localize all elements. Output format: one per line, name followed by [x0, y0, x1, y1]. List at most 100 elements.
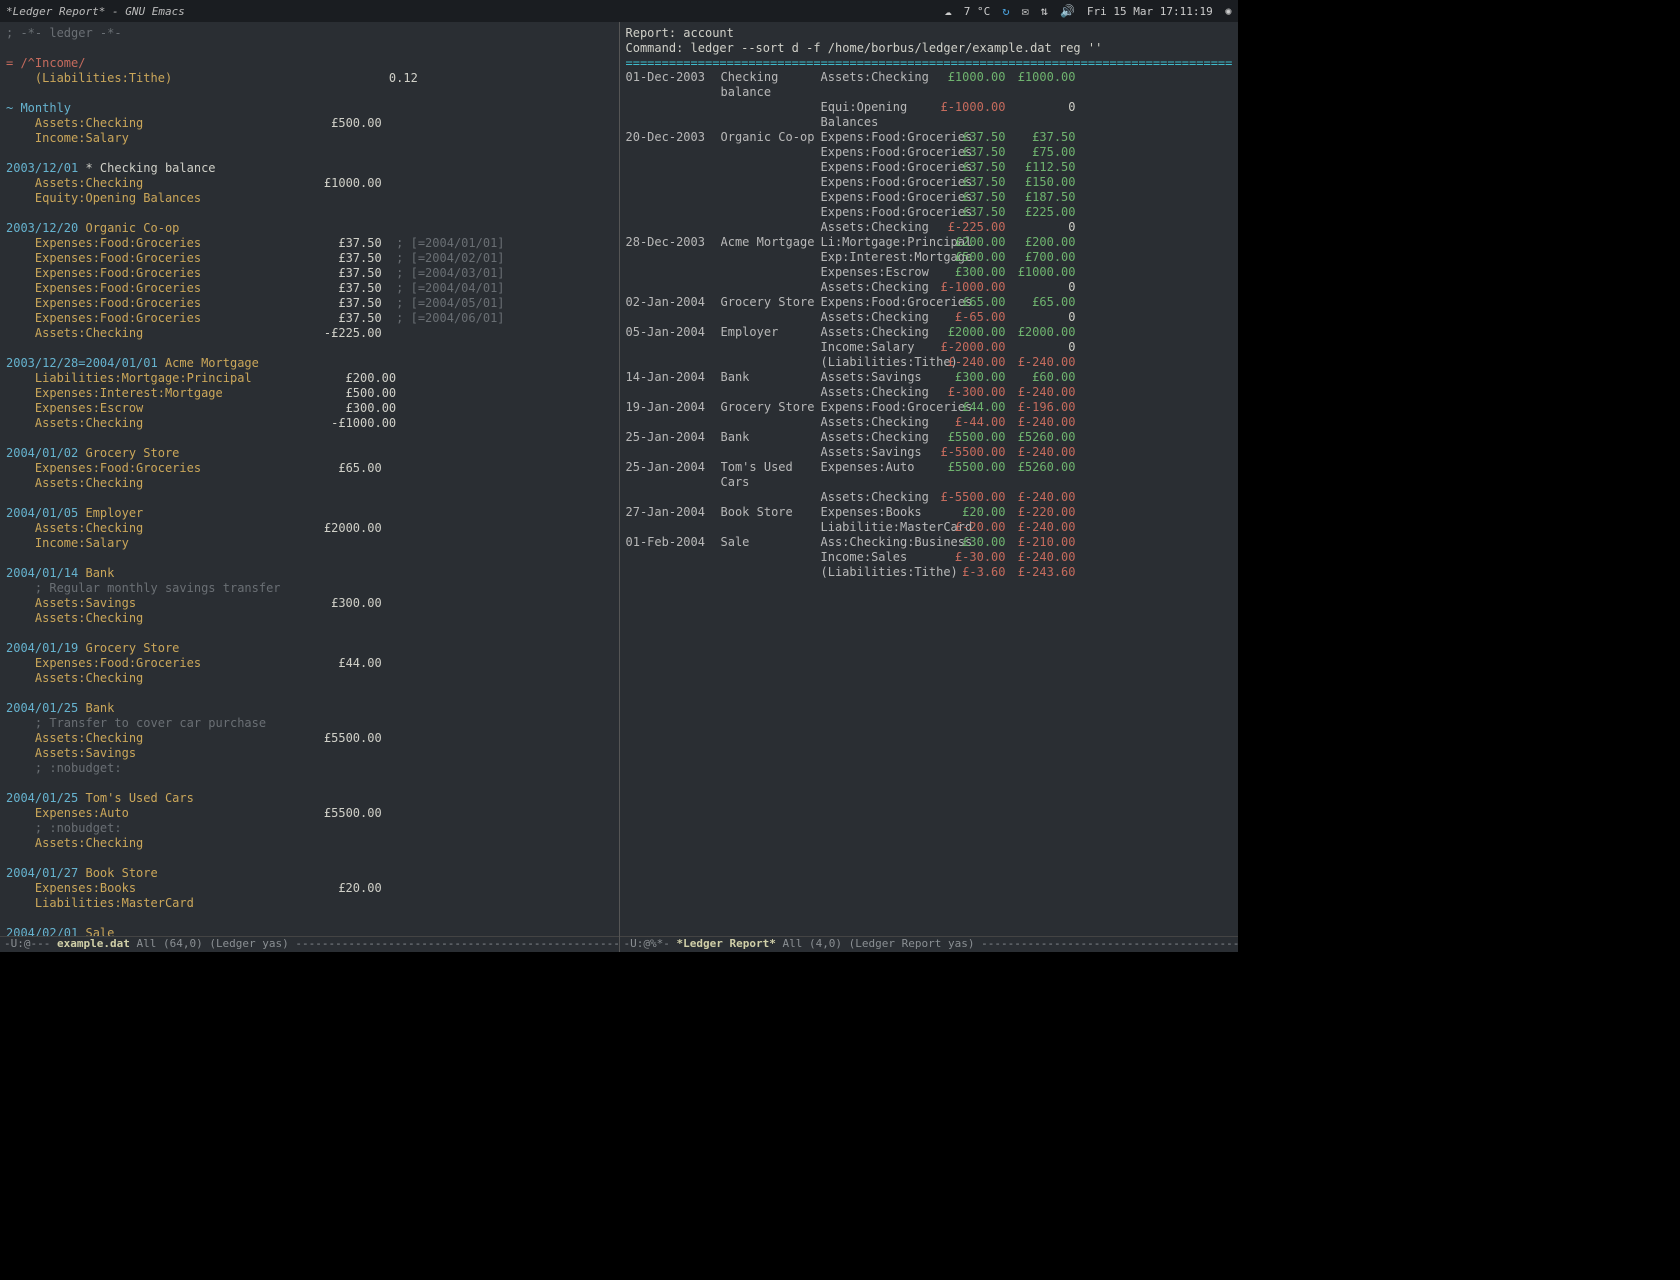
source-line[interactable]: ; :nobudget: — [6, 821, 613, 836]
report-row[interactable]: Expens:Food:Groceries£37.50£225.00 — [626, 205, 1233, 220]
source-line[interactable] — [6, 41, 613, 56]
report-row[interactable]: Assets:Checking£-225.000 — [626, 220, 1233, 235]
report-row[interactable]: Assets:Checking£-5500.00£-240.00 — [626, 490, 1233, 505]
source-line[interactable]: Assets:Checking -£225.00 — [6, 326, 613, 341]
report-row[interactable]: 01-Feb-2004SaleAss:Checking:Business£30.… — [626, 535, 1233, 550]
source-line[interactable]: Assets:Savings £300.00 — [6, 596, 613, 611]
mail-icon[interactable]: ✉ — [1022, 4, 1029, 18]
source-line[interactable] — [6, 911, 613, 926]
source-line[interactable]: Assets:Checking — [6, 476, 613, 491]
source-line[interactable]: Assets:Checking £500.00 — [6, 116, 613, 131]
source-line[interactable]: Assets:Savings — [6, 746, 613, 761]
source-line[interactable]: ~ Monthly — [6, 101, 613, 116]
report-row[interactable]: 27-Jan-2004Book StoreExpenses:Books£20.0… — [626, 505, 1233, 520]
source-line[interactable]: ; -*- ledger -*- — [6, 26, 613, 41]
report-row[interactable]: 01-Dec-2003Checking balanceAssets:Checki… — [626, 70, 1233, 100]
source-line[interactable] — [6, 551, 613, 566]
source-line[interactable]: Income:Salary — [6, 131, 613, 146]
source-line[interactable]: Expenses:Food:Groceries £44.00 — [6, 656, 613, 671]
source-line[interactable] — [6, 206, 613, 221]
source-line[interactable] — [6, 491, 613, 506]
source-line[interactable]: 2004/01/14 Bank — [6, 566, 613, 581]
source-line[interactable]: Income:Salary — [6, 536, 613, 551]
source-line[interactable]: 2003/12/28=2004/01/01 Acme Mortgage — [6, 356, 613, 371]
report-row[interactable]: Assets:Checking£-300.00£-240.00 — [626, 385, 1233, 400]
source-line[interactable] — [6, 851, 613, 866]
report-row[interactable]: Liabilitie:MasterCard£-20.00£-240.00 — [626, 520, 1233, 535]
report-row[interactable]: 20-Dec-2003Organic Co-opExpens:Food:Groc… — [626, 130, 1233, 145]
report-row[interactable]: Expenses:Escrow£300.00£1000.00 — [626, 265, 1233, 280]
report-row[interactable]: 14-Jan-2004BankAssets:Savings£300.00£60.… — [626, 370, 1233, 385]
source-line[interactable]: Liabilities:Mortgage:Principal £200.00 — [6, 371, 613, 386]
source-line[interactable]: Expenses:Food:Groceries £37.50 ; [=2004/… — [6, 251, 613, 266]
report-row[interactable]: Expens:Food:Groceries£37.50£112.50 — [626, 160, 1233, 175]
source-line[interactable]: 2004/01/02 Grocery Store — [6, 446, 613, 461]
report-row[interactable]: Assets:Checking£-65.000 — [626, 310, 1233, 325]
source-line[interactable]: Expenses:Interest:Mortgage £500.00 — [6, 386, 613, 401]
ledger-source-pane[interactable]: ; -*- ledger -*- = /^Income/ (Liabilitie… — [0, 22, 620, 952]
source-line[interactable]: 2004/01/19 Grocery Store — [6, 641, 613, 656]
report-row[interactable]: Assets:Savings£-5500.00£-240.00 — [626, 445, 1233, 460]
refresh-icon[interactable]: ↻ — [1002, 4, 1009, 18]
source-line[interactable] — [6, 341, 613, 356]
source-line[interactable]: Assets:Checking £5500.00 — [6, 731, 613, 746]
source-line[interactable]: Expenses:Food:Groceries £37.50 ; [=2004/… — [6, 281, 613, 296]
report-row[interactable]: Income:Salary£-2000.000 — [626, 340, 1233, 355]
source-line[interactable] — [6, 86, 613, 101]
source-line[interactable]: (Liabilities:Tithe) 0.12 — [6, 71, 613, 86]
ledger-report-pane[interactable]: Report: account Command: ledger --sort d… — [620, 22, 1239, 952]
report-row[interactable]: Income:Sales£-30.00£-240.00 — [626, 550, 1233, 565]
source-line[interactable]: Expenses:Food:Groceries £37.50 ; [=2004/… — [6, 266, 613, 281]
source-line[interactable] — [6, 626, 613, 641]
source-line[interactable]: Liabilities:MasterCard — [6, 896, 613, 911]
source-line[interactable]: 2003/12/01 * Checking balance — [6, 161, 613, 176]
source-line[interactable]: = /^Income/ — [6, 56, 613, 71]
source-line[interactable]: Equity:Opening Balances — [6, 191, 613, 206]
source-line[interactable]: Assets:Checking £1000.00 — [6, 176, 613, 191]
report-row[interactable]: 05-Jan-2004EmployerAssets:Checking£2000.… — [626, 325, 1233, 340]
source-line[interactable]: Assets:Checking — [6, 611, 613, 626]
source-line[interactable]: Assets:Checking — [6, 671, 613, 686]
source-line[interactable] — [6, 146, 613, 161]
report-row[interactable]: Expens:Food:Groceries£37.50£75.00 — [626, 145, 1233, 160]
report-row[interactable]: 28-Dec-2003Acme MortgageLi:Mortgage:Prin… — [626, 235, 1233, 250]
report-row[interactable]: Assets:Checking£-1000.000 — [626, 280, 1233, 295]
source-line[interactable]: 2004/01/25 Bank — [6, 701, 613, 716]
settings-icon[interactable]: ✺ — [1225, 4, 1232, 18]
volume-icon[interactable]: 🔊 — [1060, 4, 1075, 18]
source-line[interactable]: Assets:Checking — [6, 836, 613, 851]
source-line[interactable]: Expenses:Food:Groceries £65.00 — [6, 461, 613, 476]
row-payee — [721, 220, 821, 235]
title-bar: *Ledger Report* - GNU Emacs ☁ 7 °C ↻ ✉ ⇅… — [0, 0, 1238, 22]
source-line[interactable]: Expenses:Auto £5500.00 — [6, 806, 613, 821]
source-line[interactable]: Expenses:Food:Groceries £37.50 ; [=2004/… — [6, 296, 613, 311]
source-line[interactable]: 2003/12/20 Organic Co-op — [6, 221, 613, 236]
source-line[interactable] — [6, 776, 613, 791]
source-line[interactable]: Expenses:Books £20.00 — [6, 881, 613, 896]
report-row[interactable]: Expens:Food:Groceries£37.50£150.00 — [626, 175, 1233, 190]
source-line[interactable]: Assets:Checking -£1000.00 — [6, 416, 613, 431]
report-row[interactable]: 02-Jan-2004Grocery StoreExpens:Food:Groc… — [626, 295, 1233, 310]
report-row[interactable]: Assets:Checking£-44.00£-240.00 — [626, 415, 1233, 430]
report-row[interactable]: (Liabilities:Tithe)£-240.00£-240.00 — [626, 355, 1233, 370]
source-line[interactable]: ; Regular monthly savings transfer — [6, 581, 613, 596]
report-row[interactable]: 25-Jan-2004BankAssets:Checking£5500.00£5… — [626, 430, 1233, 445]
report-row[interactable]: Exp:Interest:Mortgage£500.00£700.00 — [626, 250, 1233, 265]
source-line[interactable]: ; :nobudget: — [6, 761, 613, 776]
report-row[interactable]: (Liabilities:Tithe)£-3.60£-243.60 — [626, 565, 1233, 580]
source-line[interactable]: 2004/01/05 Employer — [6, 506, 613, 521]
report-row[interactable]: Expens:Food:Groceries£37.50£187.50 — [626, 190, 1233, 205]
network-icon[interactable]: ⇅ — [1041, 4, 1048, 18]
source-line[interactable]: Assets:Checking £2000.00 — [6, 521, 613, 536]
source-line[interactable]: Expenses:Food:Groceries £37.50 ; [=2004/… — [6, 236, 613, 251]
source-line[interactable]: 2004/01/25 Tom's Used Cars — [6, 791, 613, 806]
report-row[interactable]: Equi:Opening Balances£-1000.000 — [626, 100, 1233, 130]
source-line[interactable] — [6, 686, 613, 701]
source-line[interactable]: Expenses:Escrow £300.00 — [6, 401, 613, 416]
report-row[interactable]: 25-Jan-2004Tom's Used CarsExpenses:Auto£… — [626, 460, 1233, 490]
source-line[interactable] — [6, 431, 613, 446]
source-line[interactable]: 2004/01/27 Book Store — [6, 866, 613, 881]
source-line[interactable]: Expenses:Food:Groceries £37.50 ; [=2004/… — [6, 311, 613, 326]
source-line[interactable]: ; Transfer to cover car purchase — [6, 716, 613, 731]
report-row[interactable]: 19-Jan-2004Grocery StoreExpens:Food:Groc… — [626, 400, 1233, 415]
